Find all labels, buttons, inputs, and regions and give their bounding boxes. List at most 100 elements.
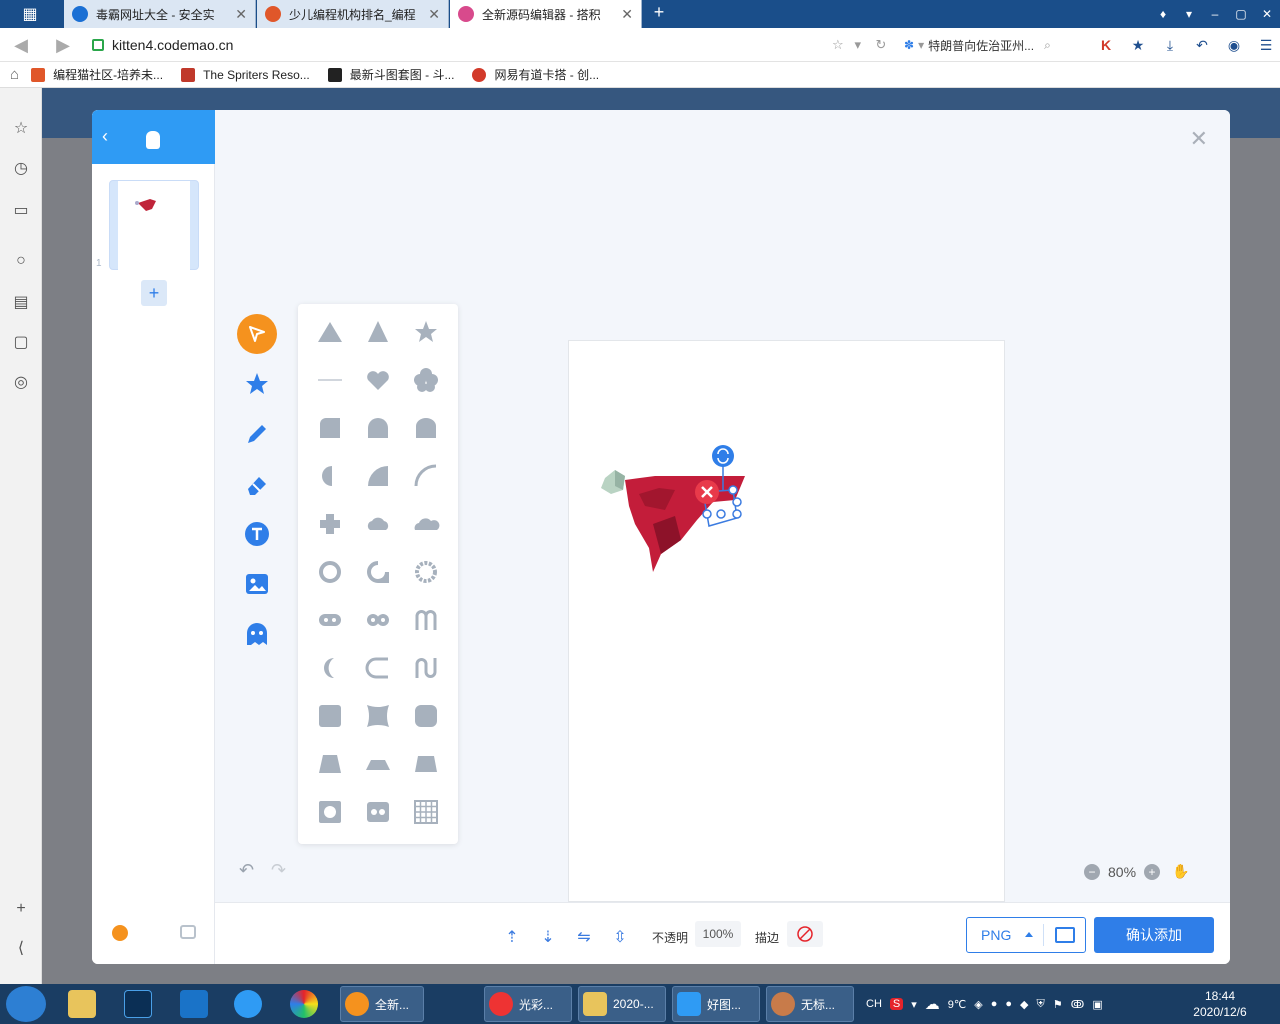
tab-1[interactable]: 毒霸网址大全 - 安全实 ✕ [64,0,256,28]
task-folder[interactable]: 2020-... [578,986,666,1022]
task-browser[interactable]: 全新... [340,986,424,1022]
select-tool[interactable] [237,314,277,354]
tab-1-close-icon[interactable]: ✕ [235,6,247,23]
close-window-button[interactable]: ✕ [1254,0,1280,28]
heart-shape[interactable] [354,356,402,404]
eraser-tool[interactable] [237,464,277,504]
arc-shape[interactable] [402,452,450,500]
refresh-icon[interactable]: ↻ [875,37,886,52]
tray-expand-icon[interactable]: ▾ [911,998,917,1011]
trapezoid-shape[interactable] [306,740,354,788]
download-icon[interactable]: ⤓ [1154,34,1186,56]
costume-thumbnail[interactable] [109,180,199,271]
star-icon[interactable]: ☆ [10,118,32,140]
qq-icon[interactable]: ● [991,998,998,1010]
minimize-button[interactable]: – [1202,0,1228,28]
flip-vertical-icon[interactable]: ⇳ [609,927,631,946]
k-icon[interactable]: K [1090,34,1122,56]
taskbar-app-photoshop[interactable] [124,986,152,1022]
back-icon[interactable]: ‹ [102,126,108,147]
undo-icon[interactable]: ↶ [239,860,254,881]
zoom-out-button[interactable]: − [1084,863,1100,880]
crescent-shape[interactable] [306,644,354,692]
favorite-star-icon[interactable]: ☆ [832,37,844,52]
tray-icon-7[interactable]: ↂ [1071,998,1085,1011]
clock[interactable]: 18:44 2020/12/6 [1190,988,1250,1020]
bookmark-3[interactable]: 最新斗图套图 - 斗... [327,66,454,83]
search-icon[interactable]: ⌕ [1044,38,1051,53]
arch-shape[interactable] [402,404,450,452]
close-icon[interactable]: ✕ [1190,126,1208,152]
image-tool[interactable] [237,564,277,604]
tab-2[interactable]: 少儿编程机构排名_编程 ✕ [257,0,449,28]
redo-icon[interactable]: ↷ [271,860,286,881]
confirm-add-button[interactable]: 确认添加 [1094,917,1214,953]
line-shape[interactable] [306,356,354,404]
taskbar-app-ie[interactable] [234,986,262,1022]
task-app-2[interactable]: 光彩... [484,986,572,1022]
opacity-input[interactable]: 100% [695,921,741,947]
network-icon[interactable]: ▣ [1092,998,1102,1011]
qq-icon-2[interactable]: ● [1005,998,1012,1010]
pill-eyes-shape[interactable] [306,596,354,644]
cloud-flat-shape[interactable] [402,500,450,548]
sogou-icon[interactable]: S [889,998,904,1010]
notes-icon[interactable]: ▤ [10,292,32,314]
partial-shape-3[interactable] [402,836,450,844]
tray-icon-4[interactable]: ◆ [1020,998,1028,1011]
soft-square-shape[interactable] [402,692,450,740]
dropdown-icon[interactable]: ▾ [855,37,862,52]
flower-shape[interactable] [402,356,450,404]
add-icon[interactable]: + [10,898,32,920]
rounded-square-shape[interactable] [306,692,354,740]
export-image-icon[interactable] [1055,927,1075,943]
back-arrow-icon[interactable]: ◀ [10,34,32,56]
task-paint[interactable]: 无标... [766,986,854,1022]
new-tab-button[interactable]: + [648,2,670,23]
shape-tool[interactable] [237,364,277,404]
rounded-corner-square-shape[interactable] [306,404,354,452]
triangle-shape[interactable] [306,308,354,356]
browser-menu-icon[interactable]: ▦ [0,0,60,28]
m-shape[interactable] [402,596,450,644]
home-icon[interactable]: ⌂ [10,66,19,83]
search-engine-dropdown-icon[interactable]: ▾ [918,38,924,52]
bookmark-2[interactable]: The Spriters Reso... [181,67,310,82]
s-wave-shape[interactable] [402,644,450,692]
skin-icon[interactable]: ♦ [1150,0,1176,28]
menu-icon[interactable]: ☰ [1250,34,1280,56]
tray-icon-1[interactable]: ◈ [974,998,982,1011]
drawing-canvas[interactable] [568,340,1005,902]
settings-icon[interactable]: ▾ [1176,0,1202,28]
sprite-drawing[interactable] [585,440,765,580]
move-forward-icon[interactable]: ⇡ [501,927,523,946]
isosceles-triangle-shape[interactable] [354,308,402,356]
taskbar-app-1[interactable] [68,986,96,1022]
taskbar-app-5[interactable] [290,986,318,1022]
favorites-icon[interactable]: ★ [1122,34,1154,56]
frame-two-dots-shape[interactable] [354,788,402,836]
quarter-circle-shape[interactable] [354,452,402,500]
forward-arrow-icon[interactable]: ▶ [52,34,74,56]
tombstone-shape[interactable] [354,404,402,452]
flag-icon[interactable]: ⚑ [1053,998,1063,1011]
c-shape[interactable] [354,644,402,692]
search-icon[interactable]: ○ [10,250,32,272]
undo-close-icon[interactable]: ↶ [1186,34,1218,56]
taskbar-app-3[interactable] [180,986,208,1022]
speech-ring-shape[interactable] [354,548,402,596]
gamepad-icon[interactable]: ◉ [1218,34,1250,56]
maximize-button[interactable]: ▢ [1228,0,1254,28]
cross-shape[interactable] [306,500,354,548]
pen-tool[interactable] [237,414,277,454]
half-circle-shape[interactable] [306,452,354,500]
tab-2-close-icon[interactable]: ✕ [428,6,440,23]
partial-shape-1[interactable] [306,836,354,844]
grid-shape[interactable] [402,788,450,836]
collapse-sidebar-icon[interactable]: ⟨ [10,938,32,960]
star-shape[interactable] [402,308,450,356]
preview-icon[interactable] [180,925,196,939]
gear-ring-shape[interactable] [402,548,450,596]
bookmark-1[interactable]: 编程猫社区-培养未... [31,66,163,83]
wide-trapezoid-shape[interactable] [354,740,402,788]
